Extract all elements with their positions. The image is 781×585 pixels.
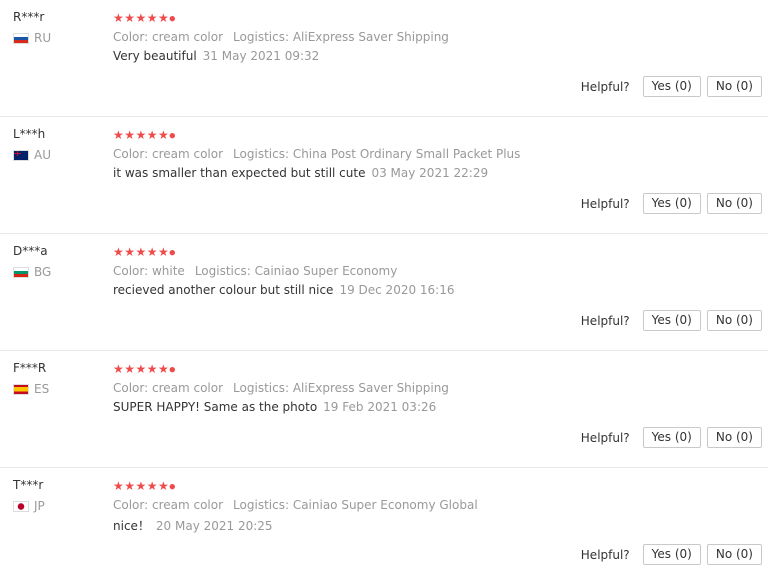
logistics-info: Logistics: AliExpress Saver Shipping — [233, 381, 449, 395]
review-content: Very beautiful 31 May 2021 09:32 — [113, 49, 319, 63]
country-code: BG — [34, 265, 52, 279]
review-date: 20 May 2021 20:25 — [155, 519, 273, 533]
star-rating: ★★★★★● — [113, 128, 176, 142]
helpful-label: Helpful? — [580, 313, 630, 328]
review-content: it was smaller than expected but still c… — [113, 166, 488, 180]
helpful-controls: Helpful? Yes (0) No (0) — [581, 544, 762, 565]
star-rating: ★★★★★● — [113, 11, 176, 25]
review-date: 31 May 2021 09:32 — [202, 49, 320, 63]
review-date: 19 Feb 2021 03:26 — [323, 400, 437, 414]
helpful-yes-button[interactable]: Yes (0) — [642, 76, 701, 97]
review-meta: Color: white Logistics: Cainiao Super Eco… — [113, 264, 397, 278]
review-text: recieved another colour but still nice — [113, 283, 334, 297]
helpful-controls: Helpful? Yes (0) No (0) — [581, 310, 762, 331]
helpful-no-button[interactable]: No (0) — [706, 76, 762, 97]
helpful-yes-button[interactable]: Yes (0) — [642, 427, 701, 448]
review-meta: Color: cream color Logistics: AliExpress … — [113, 381, 449, 395]
helpful-no-button[interactable]: No (0) — [706, 544, 762, 565]
star-rating: ★★★★★● — [113, 479, 176, 493]
review-meta: Color: cream color Logistics: Cainiao Sup… — [113, 498, 478, 512]
helpful-label: Helpful? — [580, 547, 630, 562]
helpful-no-button[interactable]: No (0) — [706, 193, 762, 214]
review-item: R***r RU ★★★★★● Color: cream color Logist… — [0, 0, 768, 117]
review-meta: Color: cream color Logistics: AliExpress … — [113, 30, 449, 44]
reviewer-country: JP — [13, 499, 45, 513]
logistics-info: Logistics: AliExpress Saver Shipping — [233, 30, 449, 44]
helpful-controls: Helpful? Yes (0) No (0) — [581, 427, 762, 448]
helpful-label: Helpful? — [580, 196, 630, 211]
rating-dot-icon: ● — [169, 482, 176, 491]
review-item: D***a BG ★★★★★● Color: white Logistics: C… — [0, 234, 768, 351]
rating-dot-icon: ● — [169, 14, 176, 23]
helpful-yes-button[interactable]: Yes (0) — [642, 310, 701, 331]
review-content: nice！ 20 May 2021 20:25 — [113, 517, 273, 534]
reviewer-country: AU — [13, 148, 51, 162]
helpful-yes-button[interactable]: Yes (0) — [642, 193, 701, 214]
reviewer-name: D***a — [13, 244, 48, 258]
country-code: AU — [34, 148, 51, 162]
es-flag-icon — [13, 383, 29, 395]
reviewer-country: BG — [13, 265, 51, 279]
bg-flag-icon — [13, 266, 29, 278]
au-flag-icon — [13, 149, 29, 161]
rating-dot-icon: ● — [169, 248, 176, 257]
helpful-no-button[interactable]: No (0) — [706, 427, 762, 448]
rating-dot-icon: ● — [169, 131, 176, 140]
review-date: 03 May 2021 22:29 — [371, 166, 489, 180]
ru-flag-icon — [13, 32, 29, 44]
review-text: it was smaller than expected but still c… — [113, 166, 366, 180]
review-item: L***h AU ★★★★★● Color: cream color Logist… — [0, 117, 768, 234]
review-item: T***r JP ★★★★★● Color: cream color Logist… — [0, 468, 768, 585]
review-date: 19 Dec 2020 16:16 — [339, 283, 455, 297]
reviewer-name: T***r — [13, 478, 44, 492]
helpful-label: Helpful? — [580, 79, 630, 94]
logistics-info: Logistics: Cainiao Super Economy Global — [233, 498, 478, 512]
logistics-info: Logistics: China Post Ordinary Small Pac… — [233, 147, 521, 161]
reviewer-country: ES — [13, 382, 49, 396]
jp-flag-icon — [13, 500, 29, 512]
helpful-controls: Helpful? Yes (0) No (0) — [581, 76, 762, 97]
product-color: Color: cream color — [113, 30, 224, 44]
review-content: SUPER HAPPY! Same as the photo 19 Feb 202… — [113, 400, 436, 414]
star-rating: ★★★★★● — [113, 245, 176, 259]
helpful-no-button[interactable]: No (0) — [706, 310, 762, 331]
star-rating: ★★★★★● — [113, 362, 176, 376]
reviewer-name: F***R — [13, 361, 47, 375]
review-text: nice！ — [113, 519, 150, 533]
country-code: RU — [34, 31, 52, 45]
logistics-info: Logistics: Cainiao Super Economy — [194, 264, 398, 278]
product-color: Color: cream color — [113, 381, 224, 395]
helpful-label: Helpful? — [580, 430, 630, 445]
helpful-controls: Helpful? Yes (0) No (0) — [581, 193, 762, 214]
reviewer-name: L***h — [13, 127, 46, 141]
country-code: JP — [34, 499, 45, 513]
rating-dot-icon: ● — [169, 365, 176, 374]
country-code: ES — [34, 382, 50, 396]
review-text: Very beautiful — [113, 49, 197, 63]
reviewer-country: RU — [13, 31, 51, 45]
review-content: recieved another colour but still nice 19… — [113, 283, 455, 297]
review-item: F***R ES ★★★★★● Color: cream color Logist… — [0, 351, 768, 468]
review-text: SUPER HAPPY! Same as the photo — [113, 400, 318, 414]
product-color: Color: white — [113, 264, 185, 278]
helpful-yes-button[interactable]: Yes (0) — [642, 544, 701, 565]
review-meta: Color: cream color Logistics: China Post … — [113, 147, 520, 161]
product-color: Color: cream color — [113, 147, 224, 161]
product-color: Color: cream color — [113, 498, 224, 512]
reviewer-name: R***r — [13, 10, 45, 24]
